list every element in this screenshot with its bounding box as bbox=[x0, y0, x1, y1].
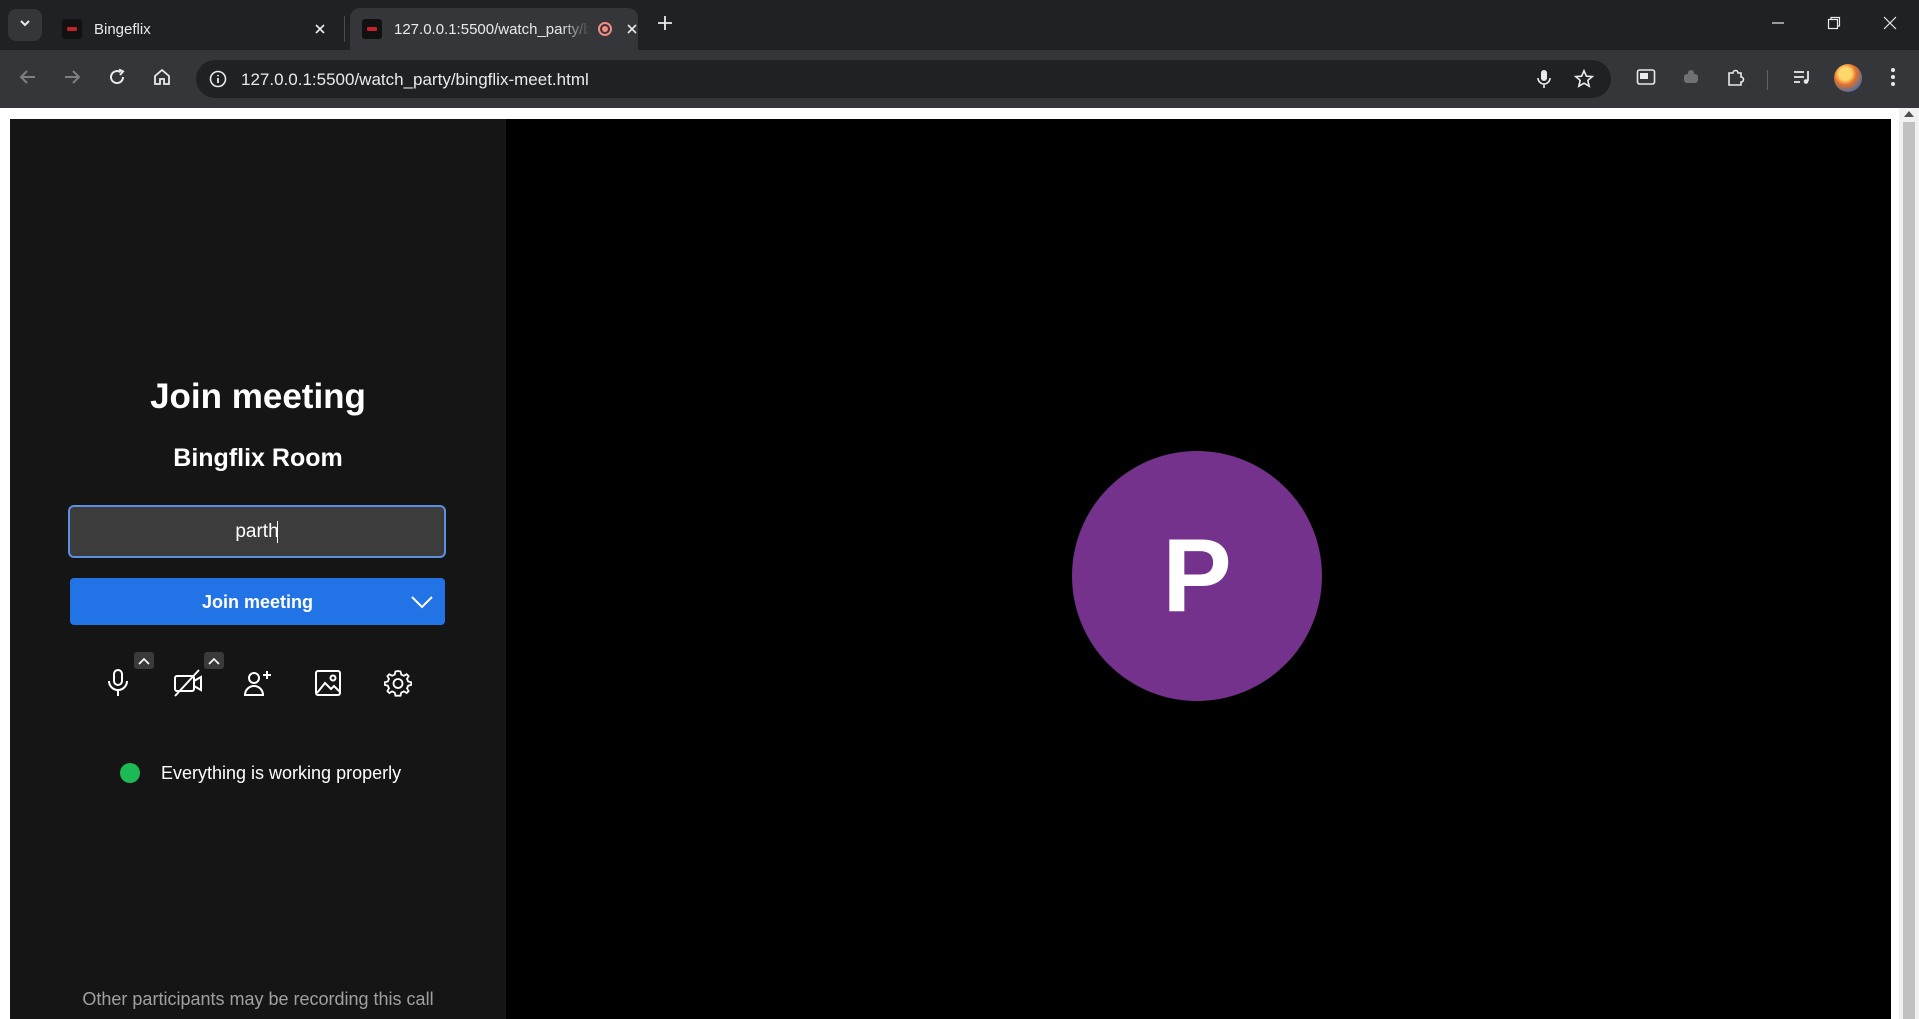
arrow-left-icon bbox=[19, 68, 37, 91]
add-person-icon bbox=[243, 668, 273, 703]
join-options-chevron-icon[interactable] bbox=[408, 588, 436, 616]
tab-separator bbox=[344, 16, 345, 42]
new-tab-button[interactable] bbox=[652, 12, 678, 38]
tab-title: 127.0.0.1:5500/watch_party/bingflix-meet… bbox=[394, 20, 590, 38]
tab-strip: Bingeflix 127.0.0.1:5500/watch_party/bin… bbox=[0, 0, 1919, 50]
microphone-toggle[interactable] bbox=[100, 667, 136, 703]
join-meeting-label: Join meeting bbox=[201, 592, 313, 612]
chevron-up-icon bbox=[138, 652, 150, 670]
room-name: Bingflix Room bbox=[173, 444, 343, 472]
video-preview: P bbox=[506, 119, 1891, 1019]
extensions-button[interactable] bbox=[1720, 63, 1752, 95]
text-caret bbox=[277, 521, 278, 543]
home-icon bbox=[153, 68, 171, 91]
close-tab-icon[interactable] bbox=[310, 19, 330, 39]
toolbar-divider bbox=[1767, 70, 1768, 90]
kebab-menu-icon bbox=[1890, 67, 1896, 92]
participant-avatar: P bbox=[1072, 451, 1322, 701]
bingeflix-favicon-icon bbox=[362, 19, 382, 39]
tab-title: Bingeflix bbox=[94, 20, 151, 38]
close-window-button[interactable] bbox=[1862, 0, 1918, 50]
page-title: Join meeting bbox=[150, 377, 366, 416]
microphone-icon[interactable] bbox=[1532, 67, 1556, 91]
page-viewport: Join meeting Bingflix Room Join meeting bbox=[0, 108, 1919, 1019]
bookmark-star-icon[interactable] bbox=[1572, 67, 1596, 91]
chevron-up-icon bbox=[208, 652, 220, 670]
puzzle-piece-icon bbox=[1726, 67, 1746, 92]
picture-in-picture-button[interactable] bbox=[1630, 63, 1662, 95]
minimize-button[interactable] bbox=[1750, 0, 1806, 50]
settings-button[interactable] bbox=[380, 667, 416, 703]
playlist-music-icon bbox=[1792, 68, 1812, 91]
media-controls-button[interactable] bbox=[1786, 63, 1818, 95]
camera-options-button[interactable] bbox=[204, 652, 224, 669]
microphone-icon bbox=[107, 668, 129, 703]
background-button[interactable] bbox=[310, 667, 346, 703]
tab-bingeflix[interactable]: Bingeflix bbox=[50, 8, 340, 50]
recording-indicator-icon bbox=[598, 22, 612, 36]
extension-button[interactable] bbox=[1675, 63, 1707, 95]
arrow-right-icon bbox=[63, 68, 81, 91]
invite-button[interactable] bbox=[240, 667, 276, 703]
scroll-up-arrow-icon[interactable] bbox=[1904, 111, 1914, 117]
url-text: 127.0.0.1:5500/watch_party/bingflix-meet… bbox=[241, 70, 589, 89]
display-name-input[interactable] bbox=[68, 505, 446, 558]
minimize-icon bbox=[1771, 16, 1785, 35]
chevron-down-icon bbox=[18, 16, 32, 35]
meeting-page: Join meeting Bingflix Room Join meeting bbox=[10, 119, 1891, 1019]
page-scrollbar[interactable] bbox=[1899, 108, 1919, 1019]
status-indicator-dot bbox=[120, 763, 140, 783]
plus-icon bbox=[657, 15, 673, 36]
tab-search-button[interactable] bbox=[8, 9, 42, 41]
restore-button[interactable] bbox=[1806, 0, 1862, 50]
image-icon bbox=[314, 669, 342, 702]
extension-puzzle-icon bbox=[1681, 68, 1701, 91]
microphone-options-button[interactable] bbox=[134, 652, 154, 669]
bingeflix-favicon-icon bbox=[62, 19, 82, 39]
join-panel: Join meeting Bingflix Room Join meeting bbox=[10, 119, 506, 1019]
gear-icon bbox=[383, 669, 413, 702]
tab-watch-party[interactable]: 127.0.0.1:5500/watch_party/bingflix-meet… bbox=[350, 8, 638, 50]
join-meeting-button[interactable]: Join meeting bbox=[70, 578, 445, 625]
reload-icon bbox=[108, 68, 126, 91]
status-text: Everything is working properly bbox=[161, 763, 402, 783]
site-info-icon[interactable] bbox=[204, 65, 232, 93]
scrollbar-thumb[interactable] bbox=[1903, 122, 1915, 1019]
forward-button[interactable] bbox=[56, 63, 88, 95]
profile-avatar[interactable] bbox=[1834, 64, 1862, 92]
close-icon bbox=[1883, 16, 1897, 35]
restore-icon bbox=[1827, 16, 1841, 35]
back-button[interactable] bbox=[12, 63, 44, 95]
browser-menu-button[interactable] bbox=[1877, 63, 1909, 95]
picture-in-picture-icon bbox=[1636, 68, 1656, 91]
home-button[interactable] bbox=[146, 63, 178, 95]
camera-off-icon bbox=[172, 668, 204, 703]
recording-notice: Other participants may be recording this… bbox=[82, 989, 434, 1009]
address-bar[interactable]: 127.0.0.1:5500/watch_party/bingflix-meet… bbox=[196, 60, 1611, 98]
browser-toolbar: 127.0.0.1:5500/watch_party/bingflix-meet… bbox=[0, 50, 1919, 108]
close-tab-icon[interactable] bbox=[622, 19, 642, 39]
camera-toggle[interactable] bbox=[170, 667, 206, 703]
reload-button[interactable] bbox=[101, 63, 133, 95]
